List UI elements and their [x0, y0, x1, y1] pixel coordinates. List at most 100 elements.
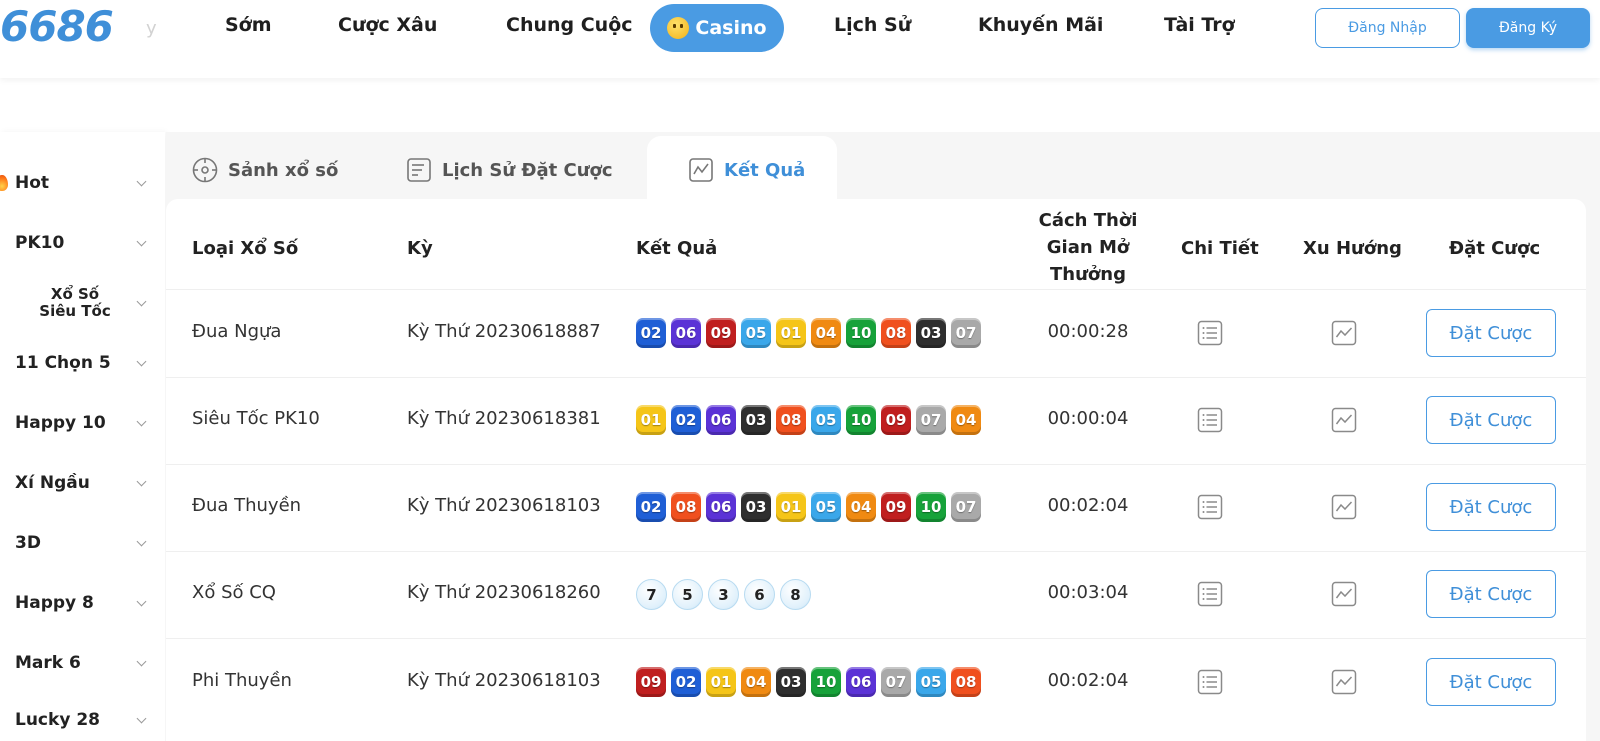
sidebar-item-happy-8[interactable]: Happy 8 — [0, 583, 165, 623]
result-number-ball: 01 — [636, 405, 666, 435]
result-number-ball: 07 — [951, 492, 981, 522]
nav-casino-button[interactable]: Casino — [650, 4, 784, 52]
sidebar-item-label: Happy 10 — [15, 413, 106, 433]
result-balls: 02 06 09 05 01 04 10 08 03 07 — [636, 318, 981, 348]
column-header-detail: Chi Tiết — [1181, 238, 1259, 259]
place-bet-button[interactable]: Đặt Cược — [1426, 483, 1556, 531]
sidebar-item-pk10[interactable]: PK10 — [0, 223, 165, 263]
result-number-ball: 01 — [706, 667, 736, 697]
result-number-ball: 06 — [671, 318, 701, 348]
result-number-ball: 07 — [916, 405, 946, 435]
place-bet-button[interactable]: Đặt Cược — [1426, 309, 1556, 357]
lottery-name: Xổ Số CQ — [192, 582, 276, 603]
result-number-ball: 09 — [881, 405, 911, 435]
result-number-ball: 10 — [846, 318, 876, 348]
place-bet-button[interactable]: Đặt Cược — [1426, 570, 1556, 618]
nav-lich-su[interactable]: Lịch Sử — [834, 14, 911, 36]
column-header-lottery-type: Loại Xổ Số — [192, 238, 299, 259]
logo-tail: y — [146, 18, 157, 39]
result-number-ball: 10 — [916, 492, 946, 522]
draw-countdown: 00:02:04 — [1047, 670, 1129, 691]
place-bet-button[interactable]: Đặt Cược — [1426, 396, 1556, 444]
lottery-name: Phi Thuyền — [192, 670, 292, 691]
nav-casino-label: Casino — [695, 17, 767, 39]
sidebar-item-3d[interactable]: 3D — [0, 523, 165, 563]
sidebar-item-label: PK10 — [15, 233, 65, 253]
chevron-down-icon — [136, 596, 147, 606]
result-number-ball: 03 — [916, 318, 946, 348]
nav-cuoc-xau[interactable]: Cược Xâu — [338, 14, 437, 36]
result-number-ball: 6 — [744, 579, 775, 610]
detail-list-icon[interactable] — [1197, 407, 1223, 433]
period-number: Kỳ Thứ 20230618887 — [407, 321, 601, 342]
row-divider — [166, 289, 1586, 290]
sidebar-item-lucky-28[interactable]: Lucky 28 — [0, 700, 165, 740]
result-number-ball: 03 — [741, 405, 771, 435]
place-bet-button[interactable]: Đặt Cược — [1426, 658, 1556, 706]
result-number-ball: 5 — [672, 579, 703, 610]
result-balls: 01 02 06 03 08 05 10 09 07 04 — [636, 405, 981, 435]
sidebar-item-hot[interactable]: Hot — [0, 163, 165, 203]
result-number-ball: 03 — [776, 667, 806, 697]
detail-list-icon[interactable] — [1197, 320, 1223, 346]
period-number: Kỳ Thứ 20230618103 — [407, 495, 601, 516]
result-number-ball: 05 — [811, 492, 841, 522]
column-header-countdown: Cách Thời Gian Mở Thưởng — [1038, 210, 1138, 285]
sidebar-item-xo-so-sieu-toc[interactable]: Xổ Số Siêu Tốc — [0, 283, 165, 323]
tab-lottery-lobby[interactable]: Sảnh xổ số — [192, 150, 338, 190]
sidebar-item-happy-10[interactable]: Happy 10 — [0, 403, 165, 443]
sidebar-item-11-chon-5[interactable]: 11 Chọn 5 — [0, 343, 165, 383]
column-header-trend: Xu Hướng — [1303, 238, 1402, 259]
result-number-ball: 07 — [881, 667, 911, 697]
trend-chart-icon[interactable] — [1331, 407, 1357, 433]
draw-countdown: 00:00:04 — [1047, 408, 1129, 429]
detail-list-icon[interactable] — [1197, 669, 1223, 695]
line-chart-icon — [689, 158, 713, 182]
lottery-name: Đua Thuyền — [192, 495, 302, 516]
register-button[interactable]: Đăng Ký — [1466, 8, 1590, 48]
sidebar-item-label: 3D — [15, 533, 41, 553]
sidebar-item-mark-6[interactable]: Mark 6 — [0, 643, 165, 683]
result-number-ball: 02 — [636, 492, 666, 522]
login-button[interactable]: Đăng Nhập — [1315, 8, 1460, 48]
result-number-ball: 07 — [951, 318, 981, 348]
result-number-ball: 09 — [881, 492, 911, 522]
result-number-ball: 05 — [741, 318, 771, 348]
result-number-ball: 7 — [636, 579, 667, 610]
sidebar-item-label: Happy 8 — [15, 593, 94, 613]
lottery-name: Đua Ngựa — [192, 321, 282, 342]
nav-som[interactable]: Sớm — [225, 14, 272, 36]
column-header-result: Kết Quả — [636, 238, 718, 259]
chevron-down-icon — [136, 476, 147, 486]
result-number-ball: 10 — [846, 405, 876, 435]
nav-chung-cuoc[interactable]: Chung Cuộc — [506, 14, 633, 36]
result-number-ball: 03 — [741, 492, 771, 522]
detail-list-icon[interactable] — [1197, 581, 1223, 607]
chevron-down-icon — [136, 296, 147, 306]
trend-chart-icon[interactable] — [1331, 581, 1357, 607]
sidebar-item-xi-ngau[interactable]: Xí Ngầu — [0, 463, 165, 503]
result-number-ball: 02 — [671, 667, 701, 697]
chevron-down-icon — [136, 236, 147, 246]
top-header: 6686 y Sớm Cược Xâu Chung Cuộc Casino Lị… — [0, 0, 1600, 78]
nav-tai-tro[interactable]: Tài Trợ — [1164, 14, 1235, 36]
chevron-down-icon — [136, 656, 147, 666]
trend-chart-icon[interactable] — [1331, 494, 1357, 520]
sidebar-item-label: Xổ Số Siêu Tốc — [39, 285, 111, 320]
tab-bet-history[interactable]: Lịch Sử Đặt Cược — [406, 150, 613, 190]
result-number-ball: 01 — [776, 492, 806, 522]
tab-label: Sảnh xổ số — [228, 159, 339, 181]
detail-list-icon[interactable] — [1197, 494, 1223, 520]
result-balls: 09 02 01 04 03 10 06 07 05 08 — [636, 667, 981, 697]
sidebar-item-label: Mark 6 — [15, 653, 81, 673]
result-number-ball: 02 — [671, 405, 701, 435]
draw-countdown: 00:02:04 — [1047, 495, 1129, 516]
site-logo[interactable]: 6686 — [0, 2, 114, 51]
nav-khuyen-mai[interactable]: Khuyến Mãi — [978, 14, 1103, 36]
result-number-ball: 04 — [951, 405, 981, 435]
trend-chart-icon[interactable] — [1331, 320, 1357, 346]
tab-results[interactable]: Kết Quả — [688, 150, 805, 190]
sidebar-item-label: Hot — [15, 173, 50, 193]
trend-chart-icon[interactable] — [1331, 669, 1357, 695]
result-number-ball: 06 — [706, 405, 736, 435]
